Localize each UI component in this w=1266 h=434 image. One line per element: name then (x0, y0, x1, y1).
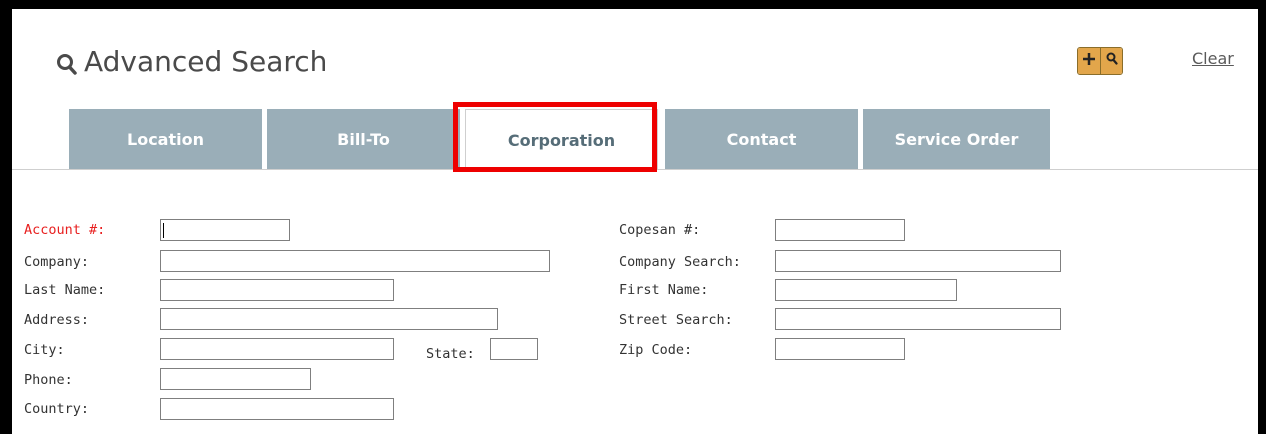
country-label: Country: (24, 401, 90, 417)
plus-icon (1082, 52, 1096, 71)
last-name-label: Last Name: (24, 282, 106, 298)
first-name-input[interactable] (775, 279, 957, 301)
tab-label: Location (127, 129, 204, 149)
phone-label: Phone: (24, 372, 73, 388)
action-button-group (1077, 47, 1123, 75)
tab-service-order[interactable]: Service Order (863, 109, 1050, 169)
tab-label: Service Order (894, 129, 1019, 149)
tab-label: Contact (726, 129, 797, 149)
page-title-text: Advanced Search (84, 45, 328, 78)
state-label: State: (426, 346, 475, 362)
country-input[interactable] (160, 398, 394, 420)
tab-corporation[interactable]: Corporation (465, 109, 658, 170)
phone-input[interactable] (160, 368, 311, 390)
search-icon (1106, 52, 1118, 70)
company-input[interactable] (160, 250, 550, 272)
address-input[interactable] (160, 308, 498, 330)
account-number-input[interactable] (160, 219, 290, 241)
company-search-label: Company Search: (619, 254, 741, 270)
street-search-label: Street Search: (619, 312, 733, 328)
company-search-input[interactable] (775, 250, 1061, 272)
address-label: Address: (24, 312, 90, 328)
copesan-number-label: Copesan #: (619, 222, 701, 238)
first-name-label: First Name: (619, 282, 709, 298)
state-input[interactable] (490, 338, 538, 360)
city-input[interactable] (160, 338, 394, 360)
company-label: Company: (24, 254, 90, 270)
tab-bill-to[interactable]: Bill-To (267, 109, 460, 169)
last-name-input[interactable] (160, 279, 394, 301)
search-icon (56, 50, 78, 75)
zip-code-label: Zip Code: (619, 342, 693, 358)
add-button[interactable] (1078, 48, 1100, 74)
advanced-search-panel: Advanced Search Clear Location Bill-To C… (12, 9, 1258, 434)
text-caret (163, 223, 164, 238)
tab-label: Corporation (507, 130, 616, 150)
clear-link[interactable]: Clear (1192, 49, 1234, 68)
zip-code-input[interactable] (775, 338, 905, 360)
copesan-number-input[interactable] (775, 219, 905, 241)
search-button[interactable] (1100, 48, 1122, 74)
street-search-input[interactable] (775, 308, 1061, 330)
page-title: Advanced Search (56, 45, 327, 78)
city-label: City: (24, 342, 65, 358)
tab-contact[interactable]: Contact (665, 109, 858, 169)
account-number-label: Account #: (24, 222, 106, 238)
tab-location[interactable]: Location (69, 109, 262, 169)
tab-label: Bill-To (337, 129, 390, 149)
